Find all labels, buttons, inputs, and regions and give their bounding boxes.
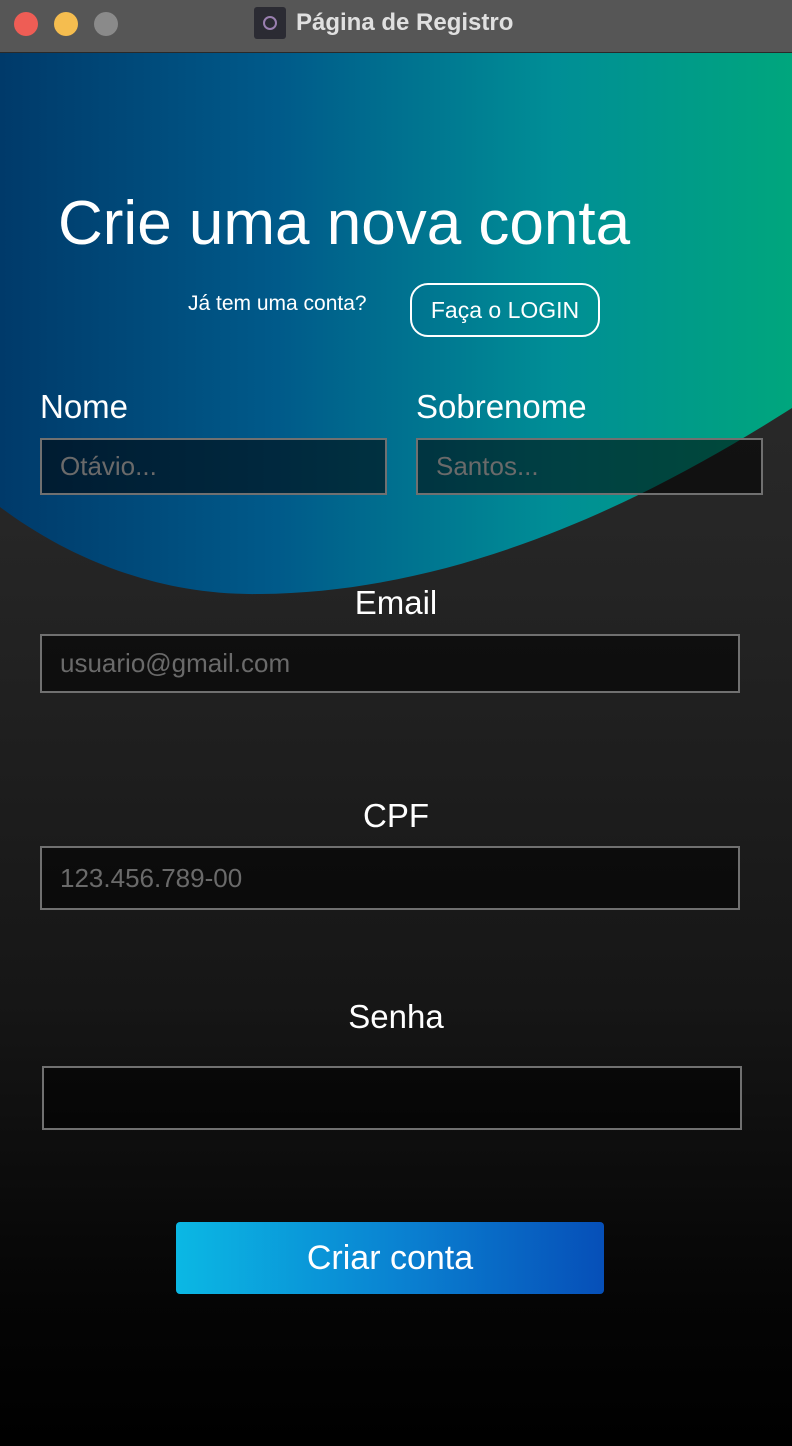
first-name-label: Nome bbox=[40, 388, 129, 425]
maximize-window-button[interactable] bbox=[94, 12, 118, 36]
minimize-window-button[interactable] bbox=[54, 12, 78, 36]
app-logo-icon bbox=[254, 7, 286, 39]
first-name-input[interactable] bbox=[40, 438, 387, 495]
cpf-input[interactable] bbox=[40, 846, 740, 910]
window-title: Página de Registro bbox=[296, 9, 514, 36]
cpf-label: CPF bbox=[363, 797, 429, 834]
last-name-label: Sobrenome bbox=[416, 388, 587, 425]
have-account-text: Já tem uma conta? bbox=[188, 292, 367, 315]
password-input[interactable] bbox=[42, 1066, 742, 1130]
email-input[interactable] bbox=[40, 634, 740, 693]
create-account-button[interactable]: Criar conta bbox=[176, 1222, 604, 1294]
registration-window: Página de Registro Crie uma nova conta J… bbox=[0, 0, 792, 1446]
login-button[interactable]: Faça o LOGIN bbox=[410, 283, 600, 337]
window-title-group: Página de Registro bbox=[254, 6, 513, 40]
last-name-input[interactable] bbox=[416, 438, 763, 495]
password-label: Senha bbox=[348, 998, 444, 1035]
title-bar: Página de Registro bbox=[0, 0, 792, 53]
email-label: Email bbox=[354, 584, 438, 621]
close-window-button[interactable] bbox=[14, 12, 38, 36]
page-heading: Crie uma nova conta bbox=[58, 189, 631, 258]
